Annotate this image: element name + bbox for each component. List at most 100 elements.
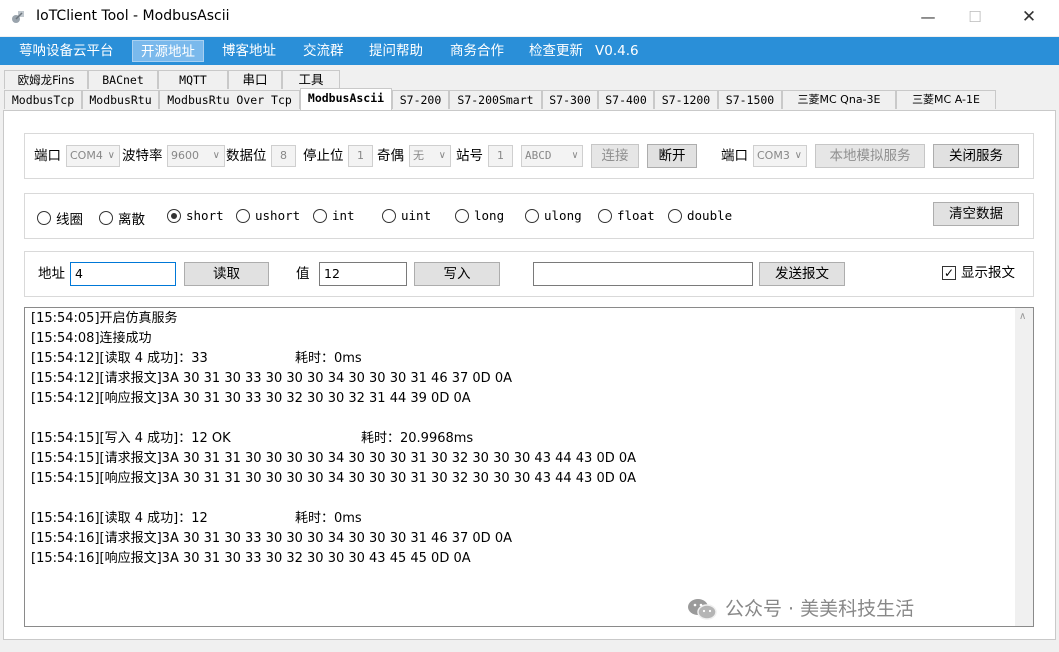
address-input[interactable]: 4 — [70, 262, 176, 286]
tab-omron-fins[interactable]: 欧姆龙Fins — [4, 70, 88, 89]
log-timing: 耗时：0ms — [295, 351, 362, 366]
chevron-down-icon: ∨ — [107, 150, 115, 161]
tab-s7-300[interactable]: S7-300 — [542, 90, 598, 109]
tab-modbus-rtu[interactable]: ModbusRtu — [82, 90, 159, 109]
tab-tools[interactable]: 工具 — [282, 70, 340, 89]
log-line: [15:54:15][写入 4 成功]：12 OK — [31, 431, 231, 446]
station-input[interactable]: 1 — [488, 145, 513, 167]
tab-s7-400[interactable]: S7-400 — [598, 90, 654, 109]
datatype-radio-group: 线圈 离散 short ushort int uint long ulong f… — [37, 208, 777, 228]
menu-source-address[interactable]: 开源地址 — [132, 40, 204, 62]
menu-cloud-platform[interactable]: 萼呐设备云平台 — [11, 40, 122, 62]
tab-s7-1200[interactable]: S7-1200 — [654, 90, 718, 109]
radio-float[interactable]: float — [598, 208, 655, 228]
log-line: [15:54:15][请求报文]3A 30 31 31 30 30 30 30 … — [31, 451, 637, 466]
log-line: [15:54:12][响应报文]3A 30 31 30 33 30 32 30 … — [31, 391, 471, 406]
tab-modbus-ascii[interactable]: ModbusAscii — [300, 88, 392, 110]
log-line: [15:54:05]开启仿真服务 — [31, 311, 178, 326]
tab-s7-200[interactable]: S7-200 — [392, 90, 449, 109]
chevron-up-icon[interactable]: ∧ — [1019, 311, 1026, 322]
baud-label: 波特率 — [122, 148, 163, 164]
wechat-icon — [688, 599, 717, 620]
log-line: [15:54:12][读取 4 成功]：33 — [31, 351, 208, 366]
sim-port-select[interactable]: COM3 ∨ — [753, 145, 807, 167]
radio-ulong[interactable]: ulong — [525, 208, 582, 228]
send-message-button[interactable]: 发送报文 — [759, 262, 845, 286]
log-output[interactable]: [15:54:05]开启仿真服务 [15:54:08]连接成功 [15:54:1… — [24, 307, 1034, 627]
radio-coil[interactable]: 线圈 — [37, 208, 83, 228]
log-line: [15:54:12][请求报文]3A 30 31 30 33 30 30 30 … — [31, 371, 512, 386]
disconnect-button[interactable]: 断开 — [647, 144, 697, 168]
show-raw-checkbox[interactable]: ✓ — [942, 266, 956, 280]
menu-check-update[interactable]: 检查更新 — [521, 40, 591, 62]
tab-s7-1500[interactable]: S7-1500 — [718, 90, 782, 109]
log-scrollbar[interactable]: ∧ — [1015, 308, 1033, 626]
chevron-down-icon: ∨ — [794, 150, 802, 161]
port-label: 端口 — [34, 148, 61, 164]
write-button[interactable]: 写入 — [414, 262, 500, 286]
parity-label: 奇偶 — [377, 148, 404, 164]
show-raw-label: 显示报文 — [961, 265, 1015, 281]
close-service-button[interactable]: 关闭服务 — [933, 144, 1019, 168]
menu-help[interactable]: 提问帮助 — [361, 40, 431, 62]
port-select[interactable]: COM4 ∨ — [66, 145, 120, 167]
tab-mqtt[interactable]: MQTT — [158, 70, 228, 89]
parity-select[interactable]: 无 ∨ — [409, 145, 451, 167]
station-label: 站号 — [456, 148, 483, 164]
log-timing: 耗时：20.9968ms — [361, 431, 474, 446]
tab-mitsubishi-qna-3e[interactable]: 三菱MC Qna-3E — [782, 90, 896, 109]
raw-message-input[interactable] — [533, 262, 753, 286]
log-line: [15:54:16][响应报文]3A 30 31 30 33 30 32 30 … — [31, 551, 471, 566]
radio-long[interactable]: long — [455, 208, 504, 228]
connection-group: 端口 COM4 ∨ 波特率 9600 ∨ 数据位 8 停止位 1 奇偶 无 ∨ 站号 … — [24, 133, 1034, 179]
databits-label: 数据位 — [226, 148, 267, 164]
maximize-button[interactable]: ☐ — [952, 4, 998, 30]
watermark-text: 公众号 · 美美科技生活 — [725, 598, 915, 620]
close-button[interactable]: ✕ — [1006, 4, 1052, 30]
radio-discrete[interactable]: 离散 — [99, 208, 145, 228]
radio-ushort[interactable]: ushort — [236, 208, 300, 228]
stopbits-label: 停止位 — [303, 148, 344, 164]
chevron-down-icon: ∨ — [438, 150, 446, 161]
sim-port-label: 端口 — [721, 148, 748, 164]
chevron-down-icon: ∨ — [571, 150, 578, 161]
tab-modbus-tcp[interactable]: ModbusTcp — [4, 90, 82, 109]
value-label: 值 — [296, 266, 310, 282]
value-input[interactable]: 12 — [319, 262, 407, 286]
window-title: IoTClient Tool - ModbusAscii — [36, 8, 230, 24]
title-bar: IoTClient Tool - ModbusAscii — ☐ ✕ — [0, 0, 1059, 36]
log-line: [15:54:16][请求报文]3A 30 31 30 33 30 30 30 … — [31, 531, 512, 546]
menu-version: V0.4.6 — [595, 43, 639, 59]
tab-mitsubishi-a-1e[interactable]: 三菱MC A-1E — [896, 90, 996, 109]
read-button[interactable]: 读取 — [184, 262, 269, 286]
radio-uint[interactable]: uint — [382, 208, 431, 228]
datatype-group: 线圈 离散 short ushort int uint long ulong f… — [24, 193, 1034, 239]
radio-short[interactable]: short — [167, 208, 224, 228]
connect-button[interactable]: 连接 — [591, 144, 639, 168]
app-icon — [12, 11, 24, 23]
menu-bar: 萼呐设备云平台 开源地址 博客地址 交流群 提问帮助 商务合作 检查更新 V0.… — [0, 37, 1059, 65]
databits-input[interactable]: 8 — [271, 145, 296, 167]
radio-int[interactable]: int — [313, 208, 355, 228]
minimize-button[interactable]: — — [905, 4, 951, 30]
log-line: [15:54:16][读取 4 成功]：12 — [31, 511, 208, 526]
menu-business[interactable]: 商务合作 — [442, 40, 512, 62]
address-label: 地址 — [38, 266, 65, 282]
log-line: [15:54:08]连接成功 — [31, 331, 152, 346]
stopbits-input[interactable]: 1 — [348, 145, 373, 167]
baud-select[interactable]: 9600 ∨ — [167, 145, 225, 167]
log-timing: 耗时：0ms — [295, 511, 362, 526]
tab-s7-200smart[interactable]: S7-200Smart — [449, 90, 542, 109]
clear-data-button[interactable]: 清空数据 — [933, 202, 1019, 226]
byteorder-select[interactable]: ABCD ∨ — [521, 145, 583, 167]
read-write-group: 地址 4 读取 值 12 写入 发送报文 ✓ 显示报文 — [24, 251, 1034, 297]
menu-blog-address[interactable]: 博客地址 — [214, 40, 284, 62]
menu-community-group[interactable]: 交流群 — [295, 40, 352, 62]
radio-double[interactable]: double — [668, 208, 732, 228]
tab-modbus-rtu-over-tcp[interactable]: ModbusRtu Over Tcp — [159, 90, 300, 109]
tab-serial[interactable]: 串口 — [228, 70, 282, 89]
tab-bacnet[interactable]: BACnet — [88, 70, 158, 89]
chevron-down-icon: ∨ — [212, 150, 220, 161]
sim-service-button[interactable]: 本地模拟服务 — [815, 144, 925, 168]
log-line: [15:54:15][响应报文]3A 30 31 31 30 30 30 30 … — [31, 471, 637, 486]
